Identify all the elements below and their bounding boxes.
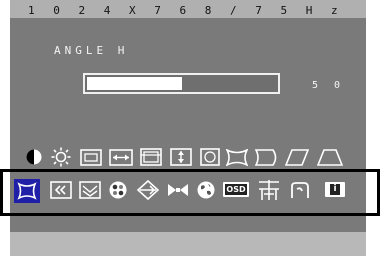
osd-bottom-strip xyxy=(10,232,366,256)
resolution-readout: 1 0 2 4 X 7 6 8 / 7 5 H z xyxy=(28,4,344,17)
pin-balance-icon[interactable] xyxy=(255,149,279,166)
v-position-icon[interactable] xyxy=(170,148,192,166)
h-size-icon[interactable] xyxy=(80,149,102,166)
parameter-label: ANGLE H xyxy=(54,44,129,57)
trapezoid-icon[interactable] xyxy=(317,149,343,166)
brightness-icon[interactable] xyxy=(51,147,71,167)
adjustment-icons-row-1 xyxy=(10,146,366,170)
parameter-value: 5 0 xyxy=(312,80,346,91)
v-size-icon[interactable] xyxy=(140,148,162,166)
h-position-icon[interactable] xyxy=(109,149,133,166)
contrast-icon[interactable] xyxy=(25,148,43,166)
slider-fill xyxy=(87,77,182,90)
parallelogram-icon[interactable] xyxy=(285,149,309,166)
mode-bar: 1 0 2 4 X 7 6 8 / 7 5 H z xyxy=(10,0,366,18)
pincushion-icon[interactable] xyxy=(226,149,248,166)
osd-panel: 1 0 2 4 X 7 6 8 / 7 5 H z ANGLE H 5 0 OS… xyxy=(10,0,366,256)
tilt-icon[interactable] xyxy=(200,148,220,166)
angle-h-slider[interactable] xyxy=(83,73,280,94)
selected-row-frame xyxy=(0,169,380,216)
